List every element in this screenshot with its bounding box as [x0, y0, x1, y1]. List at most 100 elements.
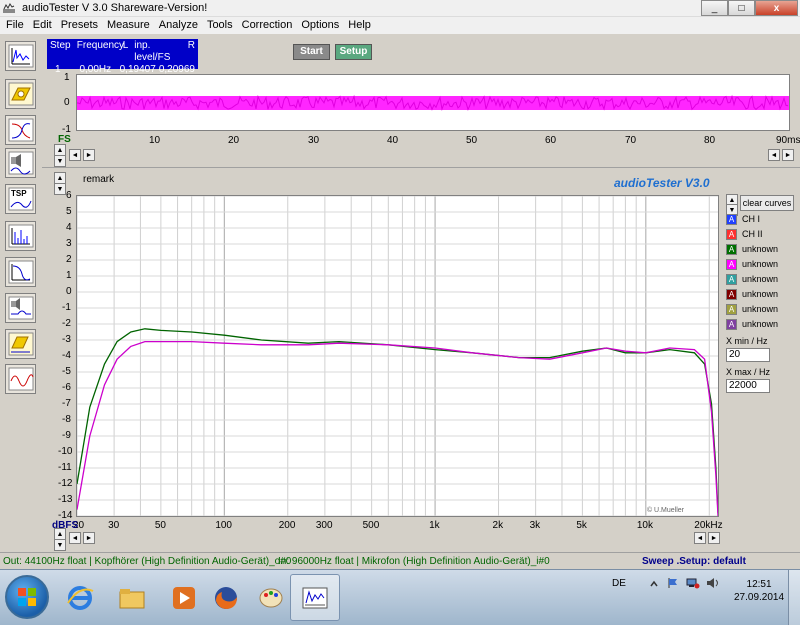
taskbar: DE 12:51 27.09.2014	[0, 569, 800, 625]
y-tick-label: -6	[62, 382, 71, 393]
legend-item[interactable]: A CH I	[726, 213, 760, 225]
media-player-icon	[173, 586, 195, 609]
tsp-icon: TSP	[8, 187, 33, 211]
legend-label: unknown	[742, 319, 779, 329]
spectrum-tool-button[interactable]	[5, 221, 36, 251]
impulse-tool-button[interactable]	[5, 148, 36, 178]
time-scroll-left-end[interactable]: ◄	[768, 149, 780, 161]
menu-file[interactable]: File	[2, 17, 29, 34]
minimize-button[interactable]: _	[701, 0, 728, 16]
menu-presets[interactable]: Presets	[57, 17, 103, 34]
clear-curves-button[interactable]: clear curves	[740, 195, 794, 211]
speaker-tool-button[interactable]	[5, 79, 36, 109]
filter-tool-button[interactable]	[5, 115, 36, 145]
legend-swatch[interactable]: A	[726, 258, 737, 270]
y-tick-label: -4	[62, 350, 71, 361]
time-spin-down[interactable]: ▼	[54, 155, 66, 167]
waterfall-tool-button[interactable]	[5, 364, 36, 394]
freq-scroll-right-end[interactable]: ►	[708, 532, 720, 544]
freq-scroll-left[interactable]: ◄	[69, 532, 81, 544]
x-tick-label: 3k	[529, 520, 541, 531]
taskbar-audiotester[interactable]	[290, 574, 340, 621]
legend-swatch[interactable]: A	[726, 228, 737, 240]
legend-swatch[interactable]: A	[726, 303, 737, 315]
menu-help[interactable]: Help	[344, 17, 376, 34]
maximize-button[interactable]: □	[728, 0, 755, 16]
time-x-tick-60: 60	[545, 135, 557, 146]
info-header-step: Step	[50, 40, 71, 51]
clock-date: 27.09.2014	[734, 592, 785, 603]
network-icon[interactable]	[686, 577, 700, 589]
taskbar-paint[interactable]	[246, 574, 296, 621]
x-tick-label: 20kHz	[694, 520, 723, 531]
time-scroll-right-end[interactable]: ►	[782, 149, 794, 161]
start-button[interactable]: Start	[293, 44, 330, 60]
legend-item[interactable]: Aunknown	[726, 288, 778, 300]
close-button[interactable]: x	[755, 0, 798, 16]
y-tick-label: -10	[58, 446, 73, 457]
taskbar-firefox[interactable]	[201, 574, 251, 621]
speaker-response-tool-button[interactable]	[5, 329, 36, 359]
keyboard-language[interactable]: DE	[612, 578, 626, 589]
y-tick-label: -11	[58, 462, 72, 473]
legend-item[interactable]: Aunknown	[726, 243, 778, 255]
clock-time: 12:51	[746, 579, 772, 590]
response-tool-button[interactable]	[5, 257, 36, 287]
time-x-tick-50: 50	[466, 135, 478, 146]
internet-explorer-icon	[67, 585, 94, 610]
action-center-flag-icon[interactable]	[667, 577, 679, 589]
legend-item[interactable]: A CH II	[726, 228, 763, 240]
time-x-tick-90: 90ms	[776, 135, 800, 146]
time-x-tick-10: 10	[149, 135, 161, 146]
menu-measure[interactable]: Measure	[103, 17, 155, 34]
start-button-orb[interactable]	[5, 575, 49, 619]
legend-swatch[interactable]: A	[726, 243, 737, 255]
freq-scroll-left-end[interactable]: ◄	[694, 532, 706, 544]
legend-item[interactable]: Aunknown	[726, 318, 778, 330]
xmin-input[interactable]: 20	[726, 348, 770, 362]
freq-scroll-right[interactable]: ►	[83, 532, 95, 544]
legend-item[interactable]: Aunknown	[726, 273, 778, 285]
volume-icon[interactable]	[706, 577, 720, 589]
legend-swatch[interactable]: A	[726, 273, 737, 285]
x-tick-label: 500	[362, 520, 380, 531]
frequency-response-icon	[8, 260, 33, 284]
taskbar-internet-explorer[interactable]	[55, 574, 105, 621]
taskbar-file-explorer[interactable]	[107, 574, 157, 621]
system-clock[interactable]: 12:51 27.09.2014	[734, 578, 784, 604]
y-tick-label: 3	[66, 238, 72, 249]
phase-tool-button[interactable]	[5, 293, 36, 323]
spectrum-icon	[8, 224, 33, 248]
menu-edit[interactable]: Edit	[29, 17, 57, 34]
menu-correction[interactable]: Correction	[238, 17, 298, 34]
speaker-impulse-icon	[8, 151, 33, 175]
menu-analyze[interactable]: Analyze	[155, 17, 203, 34]
time-x-tick-40: 40	[387, 135, 399, 146]
time-x-tick-30: 30	[308, 135, 320, 146]
remark-spin-down[interactable]: ▼	[54, 183, 66, 195]
status-sweep: Sweep .Setup: default	[642, 556, 746, 567]
menu-options[interactable]: Options	[297, 17, 344, 34]
legend-swatch[interactable]: A	[726, 213, 737, 225]
brand-label: audioTester V3.0	[614, 176, 710, 190]
legend-label: unknown	[742, 259, 779, 269]
watermark: © U.Mueller	[646, 507, 684, 514]
tsp-tool-button[interactable]: TSP	[5, 184, 36, 214]
freq-spin-down[interactable]: ▼	[54, 539, 66, 551]
frequency-response-svg	[76, 195, 719, 517]
oscilloscope-tool-button[interactable]	[5, 41, 36, 71]
legend-item[interactable]: Aunknown	[726, 258, 778, 270]
setup-button[interactable]: Setup	[335, 44, 372, 60]
audiotester-icon	[302, 587, 328, 608]
xmax-input[interactable]: 22000	[726, 379, 770, 393]
time-scroll-left[interactable]: ◄	[69, 149, 81, 161]
menu-bar: File Edit Presets Measure Analyze Tools …	[0, 17, 800, 34]
legend-item[interactable]: Aunknown	[726, 303, 778, 315]
time-scroll-right[interactable]: ►	[83, 149, 95, 161]
time-x-tick-80: 80	[704, 135, 716, 146]
show-desktop-button[interactable]	[788, 570, 800, 625]
legend-swatch[interactable]: A	[726, 288, 737, 300]
tray-arrow-icon[interactable]	[648, 578, 660, 590]
menu-tools[interactable]: Tools	[203, 17, 238, 34]
legend-swatch[interactable]: A	[726, 318, 737, 330]
